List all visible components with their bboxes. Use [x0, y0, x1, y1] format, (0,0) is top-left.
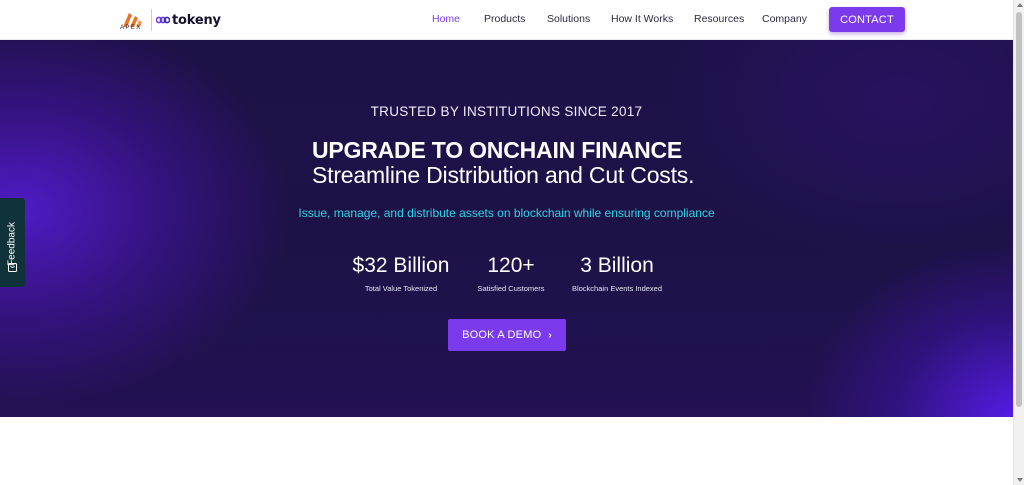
page: APEX tokeny Home Products Solutions How … — [0, 0, 1024, 485]
nav-company[interactable]: Company — [762, 13, 807, 25]
scroll-up-arrow-icon[interactable] — [1017, 3, 1023, 7]
nav-products[interactable]: Products — [484, 13, 525, 25]
book-demo-label: BOOK A DEMO — [462, 329, 542, 341]
stat-label: Total Value Tokenized — [364, 284, 438, 293]
contact-button[interactable]: CONTACT — [829, 7, 905, 32]
feedback-tab[interactable]: Feedback — [0, 198, 25, 287]
book-demo-button[interactable]: BOOK A DEMO › — [448, 319, 566, 351]
stat-blockchain-events: 3 Billion Blockchain Events Indexed — [560, 254, 674, 293]
apex-wordmark: APEX — [120, 25, 142, 31]
scrollbar-thumb[interactable] — [1016, 12, 1022, 407]
hero-tagline: Issue, manage, and distribute assets on … — [298, 206, 715, 220]
stat-value: $32 Billion — [352, 254, 450, 277]
nav-how-it-works[interactable]: How It Works — [611, 13, 673, 25]
site-header: APEX tokeny Home Products Solutions How … — [0, 0, 1013, 40]
nav-resources[interactable]: Resources — [694, 13, 744, 25]
hero-subheadline: Streamline Distribution and Cut Costs. — [312, 162, 695, 188]
tokeny-mark-icon — [156, 16, 170, 24]
vertical-scrollbar[interactable] — [1013, 0, 1024, 485]
nav-solutions[interactable]: Solutions — [547, 13, 590, 25]
stat-label: Blockchain Events Indexed — [571, 284, 663, 293]
hero-section: TRUSTED BY INSTITUTIONS SINCE 2017 UPGRA… — [0, 40, 1013, 417]
tokeny-wordmark: tokeny — [172, 12, 221, 28]
stat-customers: 120+ Satisfied Customers — [466, 254, 556, 293]
feedback-label: Feedback — [6, 222, 18, 266]
hero-headline: UPGRADE TO ONCHAIN FINANCE — [312, 137, 683, 163]
trusted-since-text: TRUSTED BY INSTITUTIONS SINCE 2017 — [370, 104, 643, 119]
stat-value: 120+ — [487, 254, 535, 277]
stat-total-value: $32 Billion Total Value Tokenized — [340, 254, 462, 293]
tokeny-logo[interactable]: tokeny — [156, 11, 221, 29]
stat-label: Satisfied Customers — [477, 284, 545, 293]
nav-home[interactable]: Home — [432, 13, 460, 25]
chat-icon — [8, 263, 17, 272]
logo-divider — [151, 9, 152, 31]
scroll-down-arrow-icon[interactable] — [1017, 478, 1023, 482]
chevron-right-icon: › — [548, 329, 552, 341]
stat-value: 3 Billion — [580, 254, 654, 277]
